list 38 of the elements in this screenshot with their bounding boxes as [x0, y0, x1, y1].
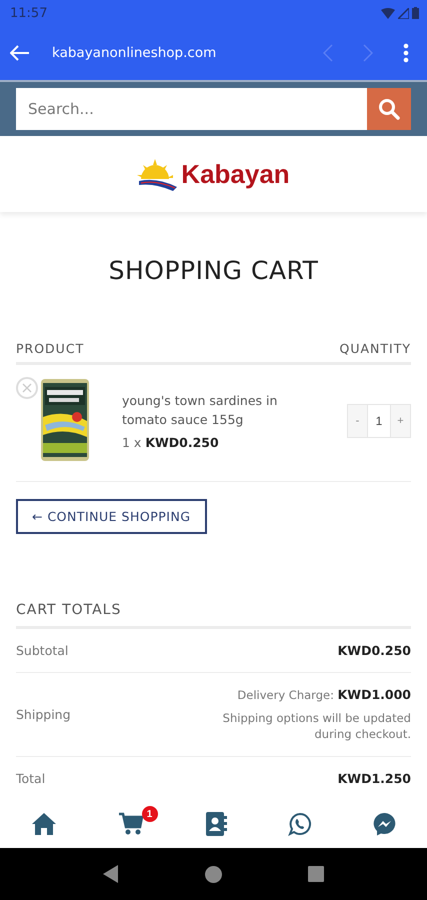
status-time: 11:57 — [10, 6, 48, 20]
section-title: CART TOTALS — [16, 602, 411, 629]
search-icon — [378, 98, 400, 120]
menu-icon[interactable] — [403, 43, 409, 63]
cart-icon — [118, 812, 144, 836]
total-label: Shipping — [16, 707, 71, 722]
column-header: QUANTITY — [340, 341, 411, 356]
signal-icon — [398, 8, 409, 18]
home-icon — [30, 812, 56, 836]
column-header: PRODUCT — [16, 341, 84, 356]
continue-shopping-button[interactable]: ← CONTINUE SHOPPING — [16, 499, 207, 534]
url-text: kabayanonlineshop.com — [52, 45, 218, 61]
product-price: 1 x KWD0.250 — [122, 435, 220, 450]
address-book-icon — [204, 812, 226, 836]
cart-count-badge: 1 — [142, 806, 158, 822]
search-field[interactable]: Search... — [16, 88, 367, 130]
whatsapp-icon — [288, 812, 312, 836]
page-title: SHOPPING CART — [108, 256, 320, 285]
total-value: KWD1.250 — [338, 771, 411, 786]
wifi-icon — [381, 8, 395, 18]
back-icon[interactable] — [103, 865, 119, 883]
back-arrow-icon[interactable] — [10, 45, 30, 61]
sun-logo-icon — [137, 157, 180, 191]
shipping-note: Shipping options will be updated during checkout. — [222, 710, 411, 742]
logo-text: Kabayan — [181, 158, 290, 190]
close-icon — [22, 383, 32, 393]
total-label: Total — [16, 771, 46, 786]
battery-icon — [412, 7, 419, 19]
search-button[interactable] — [367, 88, 411, 130]
product-name[interactable]: young's town sardines in tomato sauce 155g — [122, 392, 292, 430]
nav-button[interactable]: 1 — [104, 804, 158, 844]
total-label: Subtotal — [16, 643, 68, 658]
quantity-field[interactable]: 1 — [368, 404, 390, 438]
total-value: KWD0.250 — [338, 643, 411, 658]
messenger-icon — [372, 812, 396, 836]
home-circle-icon[interactable] — [205, 866, 222, 882]
charge-label: Delivery Charge: — [237, 688, 334, 702]
charge-value: KWD1.000 — [338, 687, 411, 702]
